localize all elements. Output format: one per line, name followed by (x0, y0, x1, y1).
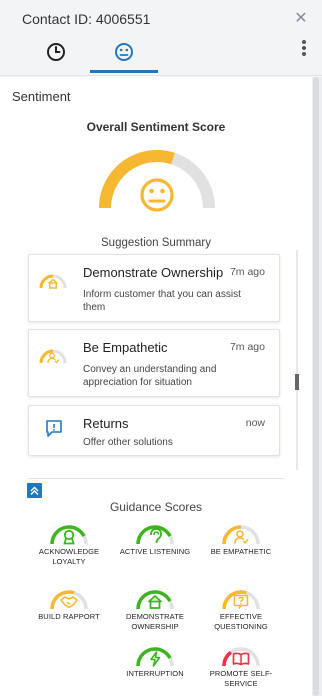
suggestion-card-demonstrate-ownership[interactable]: Demonstrate Ownership 7m ago Inform cust… (28, 254, 280, 322)
more-vertical-icon (300, 40, 308, 56)
panel-header: Contact ID: 4006551 ✕ (0, 0, 322, 76)
divider (28, 478, 284, 479)
close-button[interactable]: ✕ (292, 10, 310, 28)
score-gauge (136, 525, 174, 545)
lightning-icon (150, 651, 161, 667)
contact-id: Contact ID: 4006551 (22, 11, 151, 27)
neutral-face-icon (115, 43, 133, 61)
suggestion-title: Be Empathetic (83, 340, 168, 355)
score-gauge (222, 525, 260, 545)
suggestion-title: Demonstrate Ownership (83, 265, 224, 280)
suggestion-description: Inform customer that you can assist them (83, 289, 241, 313)
guidance-score-effective-questioning[interactable]: Effective Questioning (196, 583, 286, 632)
suggestion-description: Offer other solutions (83, 437, 173, 448)
suggestion-time: 7m ago (229, 266, 265, 278)
guidance-score-interruption[interactable]: Interruption (110, 640, 200, 679)
ribbon-icon (63, 529, 75, 545)
more-options-button[interactable] (300, 38, 308, 60)
score-gauge (222, 590, 260, 610)
score-gauge (50, 590, 88, 610)
guidance-scores-label: Guidance Scores (109, 500, 203, 514)
score-gauge (136, 590, 174, 610)
person-check-icon (47, 352, 60, 364)
suggestion-scrollbar[interactable] (296, 250, 298, 470)
suggestion-time: now (245, 417, 265, 429)
clock-icon (47, 43, 65, 61)
handshake-icon (60, 596, 78, 609)
guidance-score-label: Build Rapport (38, 612, 100, 621)
home-icon (48, 278, 58, 289)
person-check-icon (234, 530, 249, 545)
close-icon: ✕ (294, 10, 308, 27)
guidance-score-label: Promote Self-Service (209, 669, 273, 688)
question-icon (233, 594, 249, 609)
score-gauge (222, 647, 260, 667)
tab-history[interactable] (22, 42, 90, 72)
overall-sentiment-gauge (99, 150, 215, 212)
book-icon (232, 652, 250, 666)
score-gauge (50, 525, 88, 545)
guidance-score-demonstrate-ownership[interactable]: Demonstrate Ownership (110, 583, 200, 632)
suggestion-title: Returns (83, 416, 129, 431)
suggestion-description: Convey an understanding and appreciation… (83, 364, 217, 388)
double-chevron-up-icon (30, 486, 39, 495)
suggestion-card-returns[interactable]: Returns now Offer other solutions (28, 405, 280, 456)
score-gauge (136, 647, 174, 667)
guidance-score-label: Be Empathetic (210, 547, 272, 556)
scrollbar-thumb[interactable] (313, 77, 319, 696)
suggestion-gauge (39, 349, 67, 364)
suggestion-scrollbar-thumb[interactable] (295, 374, 299, 390)
sentiment-panel: Contact ID: 4006551 ✕ Sentiment Overall (0, 0, 322, 696)
overall-score-label: Overall Sentiment Score (86, 120, 226, 134)
active-tab-indicator (90, 70, 158, 73)
section-title: Sentiment (12, 89, 71, 104)
suggestion-time: 7m ago (229, 341, 265, 353)
collapse-button[interactable] (27, 483, 42, 498)
neutral-face-icon (140, 178, 174, 212)
chat-alert-icon (46, 420, 62, 437)
guidance-score-promote-self-service[interactable]: Promote Self-Service (196, 640, 286, 689)
guidance-score-label: Acknowledge Loyalty (38, 547, 100, 566)
suggestion-card-be-empathetic[interactable]: Be Empathetic 7m ago Convey an understan… (28, 329, 280, 397)
home-icon (147, 594, 163, 609)
guidance-score-build-rapport[interactable]: Build Rapport (24, 583, 114, 622)
guidance-score-label: Active Listening (119, 547, 191, 556)
suggestion-summary-label: Suggestion Summary (101, 237, 211, 249)
guidance-score-active-listening[interactable]: Active Listening (110, 518, 200, 557)
guidance-score-acknowledge-loyalty[interactable]: Acknowledge Loyalty (24, 518, 114, 567)
guidance-score-label: Demonstrate Ownership (125, 612, 185, 631)
guidance-score-be-empathetic[interactable]: Be Empathetic (196, 518, 286, 557)
ear-icon (150, 528, 162, 544)
suggestion-gauge (39, 274, 67, 289)
guidance-score-label: Interruption (126, 669, 184, 678)
guidance-score-label: Effective Questioning (214, 612, 268, 631)
tab-sentiment[interactable] (90, 42, 158, 72)
